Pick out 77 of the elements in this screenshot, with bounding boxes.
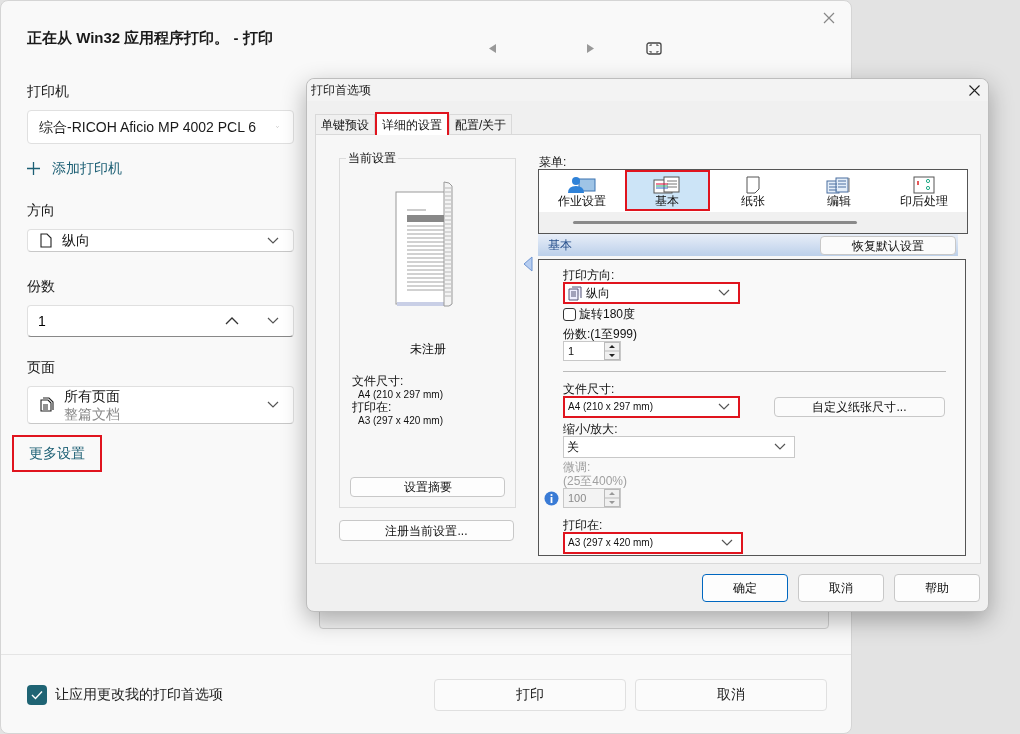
stacked-pages-icon — [825, 176, 852, 194]
setting-label: 打印在: — [352, 401, 392, 414]
window-title: 打印首选项 — [311, 82, 372, 99]
field-label: 打印机 — [27, 82, 70, 101]
person-folder-icon — [566, 176, 597, 194]
chevron-down-icon — [267, 401, 279, 409]
field-label: 页面 — [27, 358, 56, 377]
tab[interactable]: 配置/关于 — [449, 114, 513, 134]
setting-label: 文件尺寸: — [352, 375, 405, 388]
range-hint: (25至400%) — [563, 474, 629, 488]
custom-size-button[interactable]: 自定义纸张尺寸... — [774, 397, 945, 417]
dropdown[interactable]: 纵向 — [563, 282, 740, 304]
info-icon — [544, 490, 559, 506]
setting-value: A4 (210 x 297 mm) — [358, 388, 444, 401]
reset-button[interactable]: 恢复默认设置 — [820, 235, 956, 255]
field-label: 份数:(1至999) — [563, 327, 639, 341]
spin-box[interactable]: 1 — [563, 341, 621, 361]
checkbox[interactable] — [27, 684, 47, 705]
status-text: 未注册 — [409, 341, 446, 358]
number-field[interactable]: 1 — [27, 305, 294, 337]
close-icon[interactable] — [969, 84, 980, 96]
field-label: 打印方向: — [563, 268, 616, 282]
checkbox[interactable] — [563, 307, 576, 321]
field-label: 缩小/放大: — [563, 422, 619, 436]
collapse-arrow-icon[interactable] — [523, 256, 533, 272]
dropdown[interactable]: A4 (210 x 297 mm) — [563, 396, 740, 418]
spin-arrows-icon[interactable] — [604, 342, 620, 360]
dialog-button[interactable]: 帮助 — [894, 574, 980, 602]
group-title: 当前设置 — [346, 150, 398, 166]
more-settings-link[interactable]: 更多设置 — [12, 435, 102, 472]
dialog-button[interactable]: 取消 — [635, 678, 827, 711]
setting-value: A3 (297 x 420 mm) — [357, 414, 444, 427]
dropdown[interactable]: 纵向 — [27, 229, 294, 252]
chevron-up-icon[interactable] — [225, 317, 239, 325]
fit-page-icon[interactable] — [646, 42, 662, 55]
field-label: 文件尺寸: — [563, 382, 616, 396]
chevron-down-icon — [774, 443, 786, 451]
dropdown-value: 所有页面 — [64, 387, 121, 405]
chevron-down-icon — [718, 403, 730, 411]
dialog-button[interactable]: 打印 — [434, 678, 626, 711]
next-icon[interactable] — [587, 44, 594, 53]
dropdown[interactable]: A3 (297 x 420 mm) — [563, 532, 743, 554]
pages-icon — [40, 397, 54, 413]
chevron-down-icon[interactable] — [267, 317, 279, 325]
tab[interactable]: 详细的设置 — [375, 112, 449, 135]
stapled-pages-icon — [913, 176, 936, 194]
field-label: 打印在: — [563, 518, 604, 532]
dialog-title: 正在从 Win32 应用程序打印。 - 打印 — [27, 28, 273, 48]
dropdown[interactable]: 关 — [563, 436, 795, 458]
document-icon — [568, 285, 582, 301]
check-icon — [31, 689, 43, 700]
tab[interactable]: 单键预设 — [315, 114, 375, 134]
chevron-down-icon — [721, 539, 733, 547]
section-title: 基本 — [548, 237, 573, 254]
checkbox-label: 让应用更改我的打印首选项 — [55, 685, 224, 704]
plus-icon[interactable] — [27, 161, 40, 175]
page-icon — [746, 176, 760, 194]
dialog-button[interactable]: 确定 — [702, 574, 788, 602]
dropdown[interactable]: 所有页面 整篇文档 — [27, 386, 294, 424]
menu-label: 菜单: — [539, 155, 568, 169]
field-label: 方向 — [27, 201, 56, 220]
dropdown[interactable]: 综合-RICOH Aficio MP 4002 PCL 6 — [27, 110, 294, 144]
menu-item[interactable]: 基本 — [624, 170, 711, 211]
scrollbar-thumb[interactable] — [573, 221, 857, 224]
field-label: 份数 — [27, 277, 56, 296]
summary-button[interactable]: 设置摘要 — [350, 477, 505, 497]
field-label: 微调: — [563, 460, 592, 474]
document-lines-icon — [653, 176, 682, 194]
checkbox-label: 旋转180度 — [579, 307, 636, 321]
dropdown-hint: 整篇文档 — [64, 405, 121, 423]
add-printer-link[interactable]: 添加打印机 — [52, 157, 122, 179]
dialog-button[interactable]: 取消 — [798, 574, 884, 602]
previous-icon[interactable] — [489, 44, 496, 53]
chevron-down-icon — [718, 289, 730, 297]
chevron-down-icon — [267, 236, 279, 245]
page-icon — [40, 233, 52, 248]
register-button[interactable]: 注册当前设置... — [339, 520, 514, 541]
